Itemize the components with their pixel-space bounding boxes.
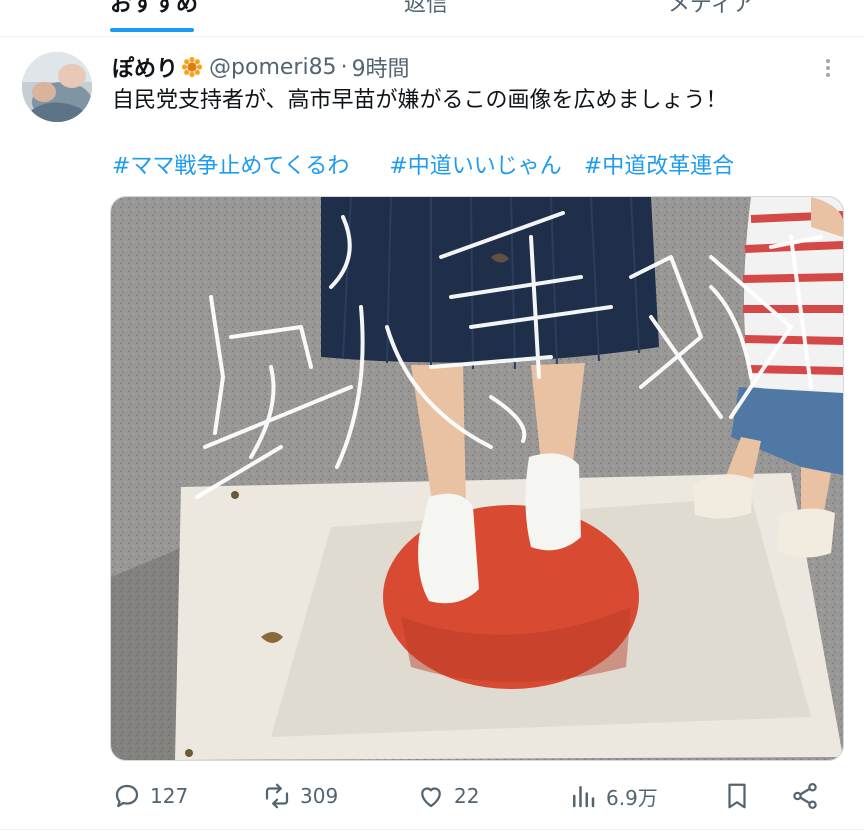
post-image[interactable]	[110, 196, 844, 761]
views-count: 6.9万	[606, 785, 658, 810]
hashtag-link[interactable]: #中道いいじゃん	[389, 154, 561, 179]
post-text: 自民党支持者が、高市早苗が嫌がるこの画像を広めましょう！	[112, 88, 728, 113]
author-name[interactable]: ぽめり	[112, 51, 178, 83]
like-icon	[421, 787, 441, 808]
reply-button[interactable]: 127	[112, 778, 188, 814]
author-handle[interactable]: @pomeri85	[209, 55, 337, 80]
repost-button[interactable]: 309	[262, 778, 338, 814]
flower-emoji-icon	[181, 56, 203, 78]
share-icon	[793, 783, 817, 809]
post-time[interactable]: 9時間	[352, 51, 410, 83]
like-button[interactable]: 22	[416, 778, 479, 814]
reply-icon	[115, 784, 139, 808]
tab-replies[interactable]: 返信	[404, 0, 448, 18]
avatar[interactable]	[22, 52, 92, 122]
repost-icon	[265, 783, 289, 809]
more-options-icon[interactable]	[814, 56, 842, 80]
views-button[interactable]: 6.9万	[568, 778, 658, 814]
repost-count: 309	[300, 784, 339, 808]
views-icon	[573, 786, 595, 808]
post-header: ぽめり @pomeri85 · 9時間	[112, 51, 410, 83]
tab-media[interactable]: メディア	[668, 0, 754, 18]
bookmark-button[interactable]	[722, 778, 760, 814]
active-tab-indicator	[110, 28, 194, 32]
reply-count: 127	[150, 784, 189, 808]
hashtag-link[interactable]: #ママ戦争止めてくるわ	[112, 154, 349, 179]
hashtags: #ママ戦争止めてくるわ #中道いいじゃん #中道改革連合	[112, 152, 734, 182]
bookmark-icon	[728, 783, 746, 809]
share-button[interactable]	[790, 778, 828, 814]
hashtag-link[interactable]: #中道改革連合	[584, 154, 734, 179]
divider	[0, 829, 864, 830]
tab-recommended[interactable]: おすすめ	[110, 0, 198, 18]
meta-separator: ·	[340, 54, 348, 80]
like-count: 22	[454, 784, 480, 808]
tab-bar: おすすめ 返信 メディア	[0, 0, 864, 37]
